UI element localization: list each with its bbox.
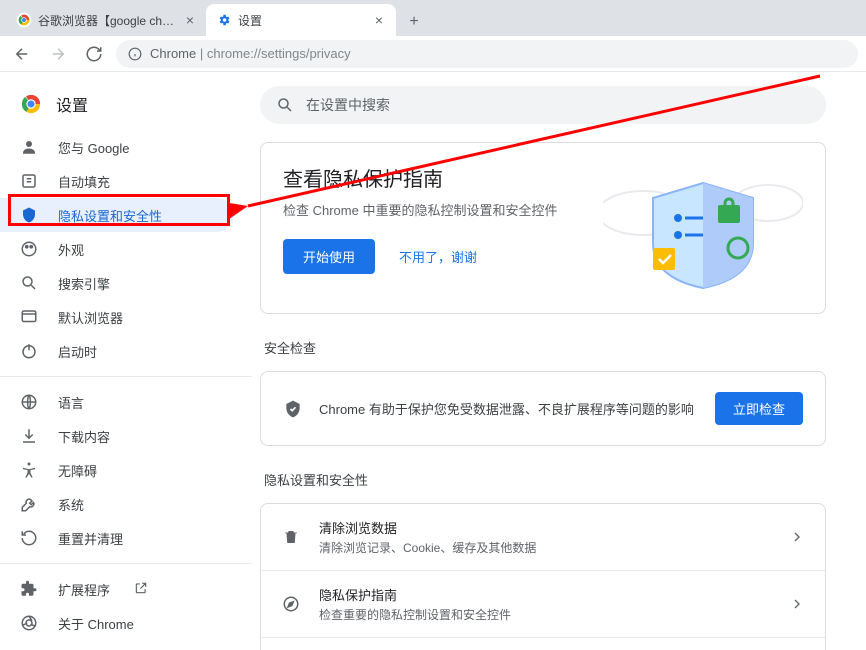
sidebar-item-downloads[interactable]: 下载内容: [0, 419, 234, 453]
settings-search[interactable]: 在设置中搜索: [260, 86, 826, 124]
sidebar-item-label: 系统: [58, 495, 84, 514]
row-subtitle: 清除浏览记录、Cookie、缓存及其他数据: [319, 539, 771, 556]
accessibility-icon: [20, 461, 38, 479]
dismiss-guide-button[interactable]: 不用了，谢谢: [387, 239, 489, 274]
tab-active[interactable]: 设置 ×: [206, 4, 396, 36]
search-placeholder: 在设置中搜索: [306, 95, 390, 115]
guide-illustration: [603, 163, 803, 293]
tab-inactive[interactable]: 谷歌浏览器【google chrome】 ×: [6, 4, 206, 36]
sidebar: 设置 您与 Google 自动填充 隐私设置和安全性 外观 搜索引擎 默认浏览器: [0, 72, 252, 650]
sidebar-header: 设置: [0, 86, 252, 130]
clear-browsing-data-row[interactable]: 清除浏览数据 清除浏览记录、Cookie、缓存及其他数据: [261, 504, 825, 571]
cookies-row[interactable]: Cookie 及其他网站数据 已阻止无痕模式下的第三方 Cookie: [261, 638, 825, 650]
divider: [0, 376, 252, 377]
privacy-guide-row[interactable]: 隐私保护指南 检查重要的隐私控制设置和安全控件: [261, 571, 825, 638]
chrome-icon: [20, 614, 38, 632]
sidebar-item-extensions[interactable]: 扩展程序: [0, 572, 234, 606]
sidebar-item-search-engine[interactable]: 搜索引擎: [0, 266, 234, 300]
sidebar-item-you-and-google[interactable]: 您与 Google: [0, 130, 234, 164]
new-tab-button[interactable]: +: [400, 8, 428, 36]
shield-icon: [20, 206, 38, 224]
close-icon[interactable]: ×: [184, 13, 196, 27]
globe-icon: [20, 393, 38, 411]
autofill-icon: [20, 172, 38, 190]
divider: [0, 563, 252, 564]
sidebar-item-privacy-security[interactable]: 隐私设置和安全性: [0, 198, 234, 232]
url-path: chrome://settings/privacy: [207, 46, 351, 61]
forward-button[interactable]: [44, 40, 72, 68]
chrome-logo-icon: [20, 93, 42, 115]
gear-favicon: [216, 12, 232, 28]
sidebar-item-label: 默认浏览器: [58, 308, 123, 327]
safety-text: Chrome 有助于保护您免受数据泄露、不良扩展程序等问题的影响: [319, 399, 699, 418]
download-icon: [20, 427, 38, 445]
sidebar-title: 设置: [56, 92, 88, 116]
sidebar-item-label: 重置并清理: [58, 529, 123, 548]
wrench-icon: [20, 495, 38, 513]
palette-icon: [20, 240, 38, 258]
back-button[interactable]: [8, 40, 36, 68]
trash-icon: [281, 527, 301, 547]
external-link-icon: [134, 581, 150, 597]
search-icon: [276, 96, 294, 114]
url-host: Chrome: [150, 46, 196, 61]
info-icon: [128, 47, 142, 61]
main-panel: 在设置中搜索 查看隐私保护指南 检查 Chrome 中重要的隐私控制设置和安全控…: [252, 72, 866, 650]
sidebar-item-appearance[interactable]: 外观: [0, 232, 234, 266]
person-icon: [20, 138, 38, 156]
chevron-right-icon: [789, 596, 805, 612]
sidebar-item-label: 扩展程序: [58, 580, 110, 599]
sidebar-item-label: 语言: [58, 393, 84, 412]
start-guide-button[interactable]: 开始使用: [283, 239, 375, 274]
sidebar-item-system[interactable]: 系统: [0, 487, 234, 521]
safety-check-heading: 安全检查: [264, 338, 826, 357]
sidebar-item-on-startup[interactable]: 启动时: [0, 334, 234, 368]
sidebar-item-accessibility[interactable]: 无障碍: [0, 453, 234, 487]
extension-icon: [20, 580, 38, 598]
row-subtitle: 检查重要的隐私控制设置和安全控件: [319, 606, 771, 623]
compass-icon: [281, 594, 301, 614]
check-now-button[interactable]: 立即检查: [715, 392, 803, 425]
tab-title: 设置: [238, 12, 262, 29]
sidebar-item-label: 您与 Google: [58, 138, 130, 157]
restore-icon: [20, 529, 38, 547]
chevron-right-icon: [789, 529, 805, 545]
sidebar-item-autofill[interactable]: 自动填充: [0, 164, 234, 198]
shield-check-icon: [283, 399, 303, 419]
privacy-section-heading: 隐私设置和安全性: [264, 470, 826, 489]
power-icon: [20, 342, 38, 360]
row-title: 隐私保护指南: [319, 585, 771, 604]
sidebar-item-label: 启动时: [58, 342, 97, 361]
privacy-guide-card: 查看隐私保护指南 检查 Chrome 中重要的隐私控制设置和安全控件 开始使用 …: [260, 142, 826, 314]
guide-subtitle: 检查 Chrome 中重要的隐私控制设置和安全控件: [283, 200, 603, 219]
tab-strip: 谷歌浏览器【google chrome】 × 设置 × +: [0, 0, 866, 36]
toolbar: Chrome | chrome://settings/privacy: [0, 36, 866, 72]
sidebar-item-label: 搜索引擎: [58, 274, 110, 293]
safety-check-card: Chrome 有助于保护您免受数据泄露、不良扩展程序等问题的影响 立即检查: [260, 371, 826, 446]
address-bar[interactable]: Chrome | chrome://settings/privacy: [116, 40, 858, 68]
sidebar-item-languages[interactable]: 语言: [0, 385, 234, 419]
search-icon: [20, 274, 38, 292]
row-title: 清除浏览数据: [319, 518, 771, 537]
sidebar-item-label: 外观: [58, 240, 84, 259]
default-browser-icon: [20, 308, 38, 326]
tab-title: 谷歌浏览器【google chrome】: [38, 12, 178, 29]
close-icon[interactable]: ×: [372, 13, 386, 27]
chrome-favicon: [16, 12, 32, 28]
content: 设置 您与 Google 自动填充 隐私设置和安全性 外观 搜索引擎 默认浏览器: [0, 72, 866, 650]
sidebar-item-default-browser[interactable]: 默认浏览器: [0, 300, 234, 334]
sidebar-item-label: 自动填充: [58, 172, 110, 191]
sidebar-item-label: 隐私设置和安全性: [58, 206, 162, 225]
sidebar-item-reset[interactable]: 重置并清理: [0, 521, 234, 555]
sidebar-item-label: 关于 Chrome: [58, 614, 134, 633]
privacy-list-card: 清除浏览数据 清除浏览记录、Cookie、缓存及其他数据 隐私保护指南 检查重要…: [260, 503, 826, 650]
sidebar-item-about-chrome[interactable]: 关于 Chrome: [0, 606, 234, 640]
sidebar-item-label: 无障碍: [58, 461, 97, 480]
guide-title: 查看隐私保护指南: [283, 163, 603, 192]
url-sep: |: [196, 46, 207, 61]
reload-button[interactable]: [80, 40, 108, 68]
sidebar-item-label: 下载内容: [58, 427, 110, 446]
